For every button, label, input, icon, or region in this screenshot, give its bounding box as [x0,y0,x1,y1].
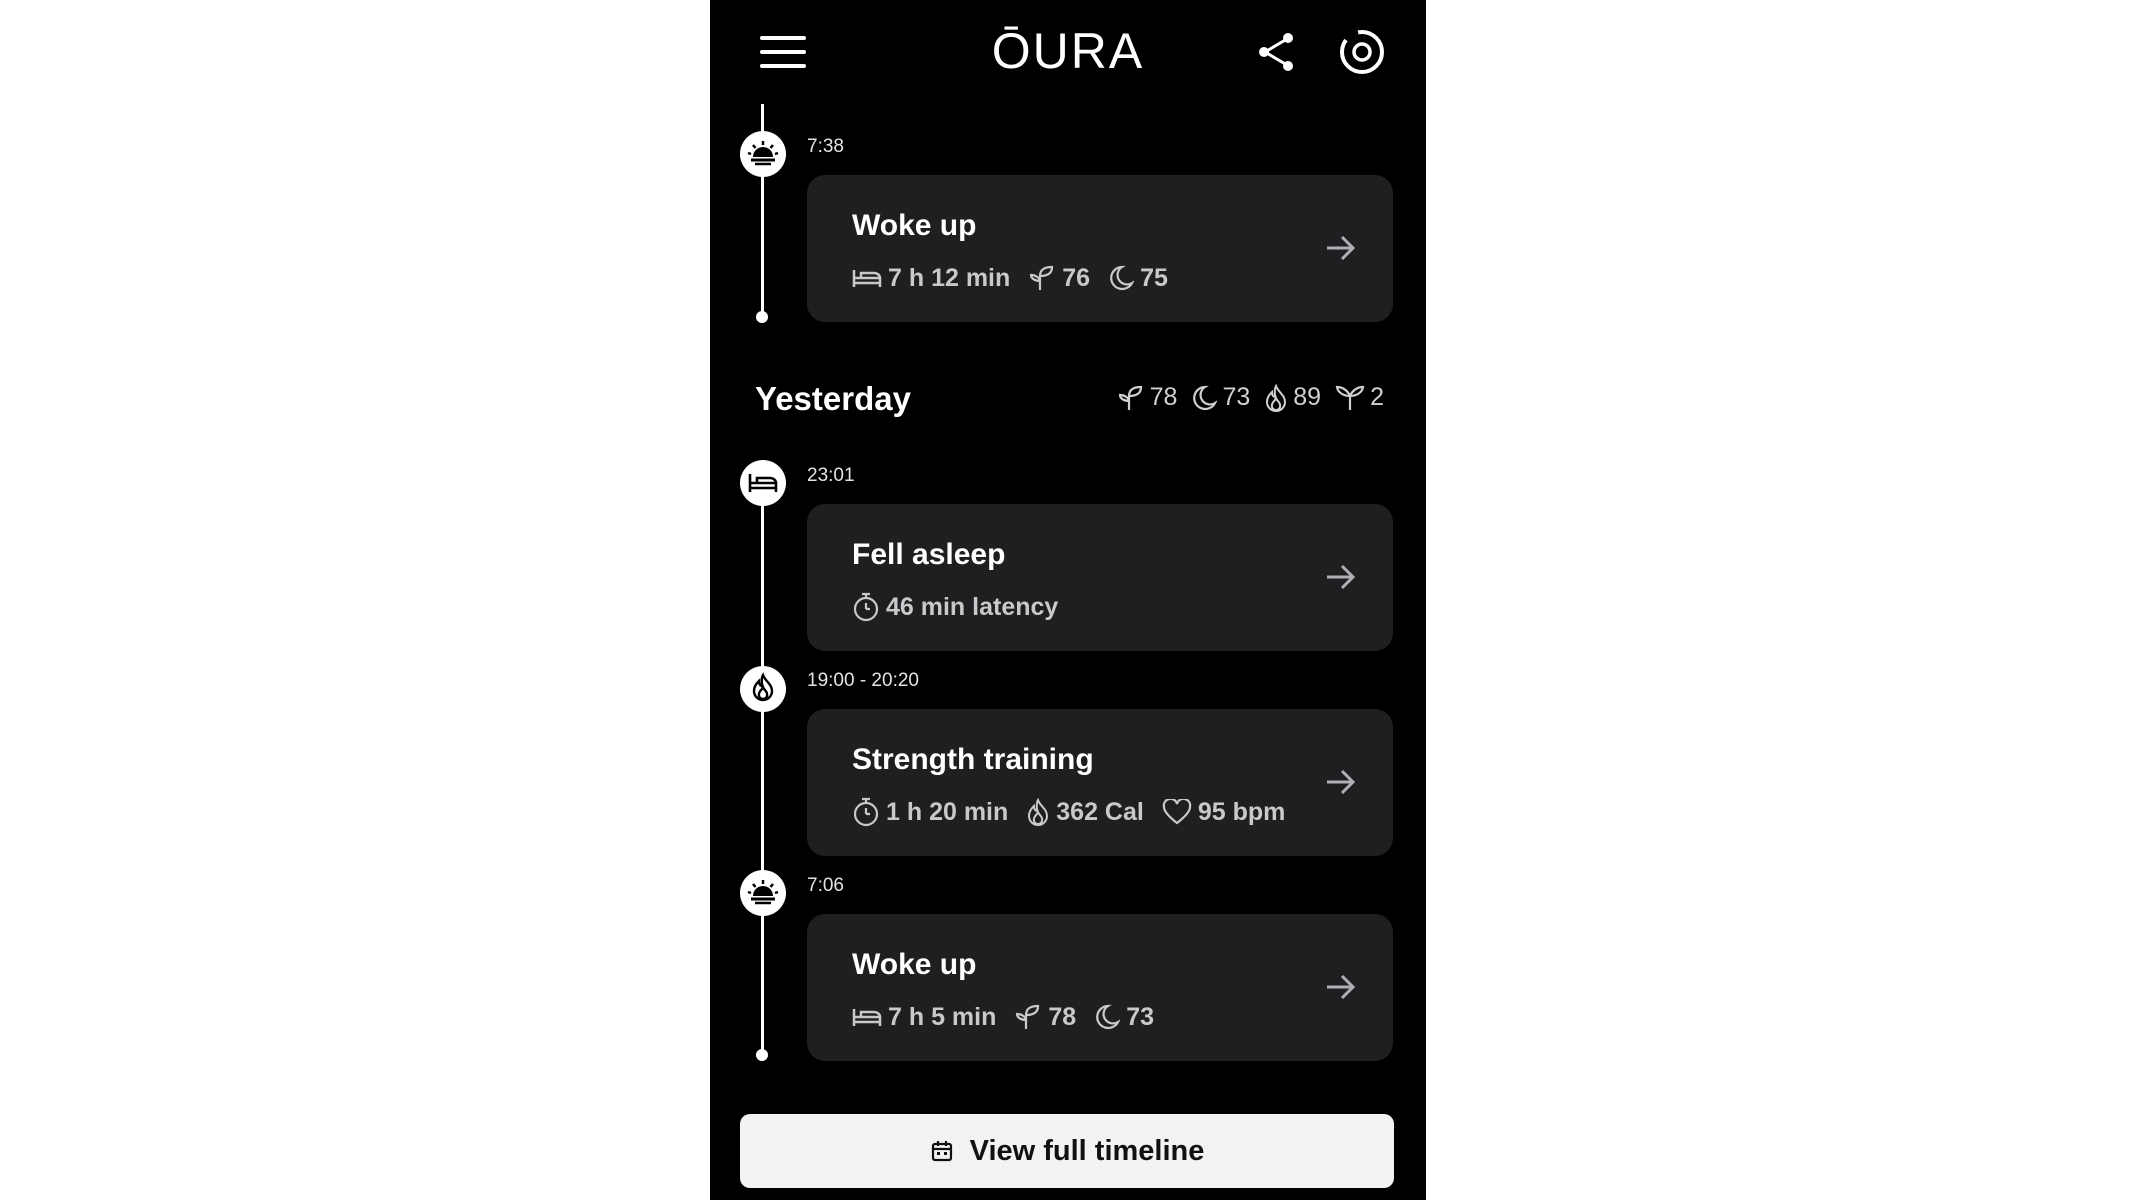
timeline-end-dot [756,1049,768,1061]
arrow-right-icon [1323,559,1359,600]
sleep-duration: 7 h 5 min [888,1002,997,1031]
readiness-score: 78 [1149,383,1178,411]
resilience-level: 2 [1370,383,1384,411]
section-title-yesterday: Yesterday [755,380,911,417]
heart-icon [1162,799,1192,825]
fell-asleep-card[interactable]: Fell asleep 46 min latency [807,504,1393,651]
stopwatch-icon [853,592,879,622]
calories-burned: 362 Cal [1056,797,1144,826]
card-title: Fell asleep [852,538,1006,571]
timeline-line [761,480,764,1055]
readiness-sprout-icon [1016,1004,1040,1029]
woke-up-card[interactable]: Woke up 7 h 12 min 76 75 [807,175,1393,322]
event-time: 7:38 [807,136,844,157]
cta-label: View full timeline [969,1134,1205,1167]
readiness-score: 78 [1048,1002,1077,1031]
stopwatch-icon [853,797,879,827]
strength-training-card[interactable]: Strength training 1 h 20 min 362 Cal 95 … [807,709,1393,856]
phone-screen: ŌURA 7:38 Woke up 7 h 12 min 76 75 Yeste… [710,0,1426,1200]
card-title: Woke up [852,209,977,242]
card-title: Strength training [852,743,1094,776]
resilience-plant-icon [1335,385,1365,410]
readiness-sprout-icon [1030,265,1054,290]
moon-icon [1193,385,1218,410]
app-logo: ŌURA [991,23,1145,79]
view-full-timeline-button[interactable]: View full timeline [740,1114,1394,1188]
arrow-right-icon [1323,969,1359,1010]
bed-icon [740,460,786,506]
woke-up-card[interactable]: Woke up 7 h 5 min 78 73 [807,914,1393,1061]
moon-icon [1096,1004,1121,1030]
workout-duration: 1 h 20 min [886,797,1009,826]
event-time: 7:06 [807,875,844,896]
timeline-end-dot [756,311,768,323]
readiness-sprout-icon [1118,385,1142,410]
calendar-icon [931,1141,952,1162]
sleep-score: 75 [1140,263,1168,292]
event-time: 23:01 [807,465,855,486]
heart-rate: 95 bpm [1197,797,1286,826]
ring-icon[interactable] [1338,28,1386,81]
card-stats: 46 min latency [852,590,1076,624]
moon-icon [1110,265,1135,291]
card-stats: 7 h 5 min 78 73 [852,1000,1172,1034]
sleep-latency: 46 min latency [886,592,1059,621]
flame-icon [1266,383,1287,412]
card-stats: 7 h 12 min 76 75 [852,261,1186,295]
share-icon[interactable] [1255,30,1299,79]
flame-icon [740,666,786,712]
sunrise-icon [740,131,786,177]
bed-icon [852,270,882,287]
flame-icon [1028,798,1049,826]
card-stats: 1 h 20 min 362 Cal 95 bpm [852,795,1303,829]
card-title: Woke up [852,948,977,981]
event-time: 19:00 - 20:20 [807,670,919,691]
activity-score: 89 [1293,383,1322,411]
arrow-right-icon [1323,230,1359,271]
sunrise-icon [740,870,786,916]
sleep-score: 73 [1126,1002,1154,1031]
arrow-right-icon [1323,764,1359,805]
readiness-score: 76 [1062,263,1091,292]
bed-icon [852,1009,882,1026]
yesterday-summary: 78 73 89 2 [1103,383,1384,412]
sleep-duration: 7 h 12 min [888,263,1011,292]
sleep-score: 73 [1222,383,1251,411]
